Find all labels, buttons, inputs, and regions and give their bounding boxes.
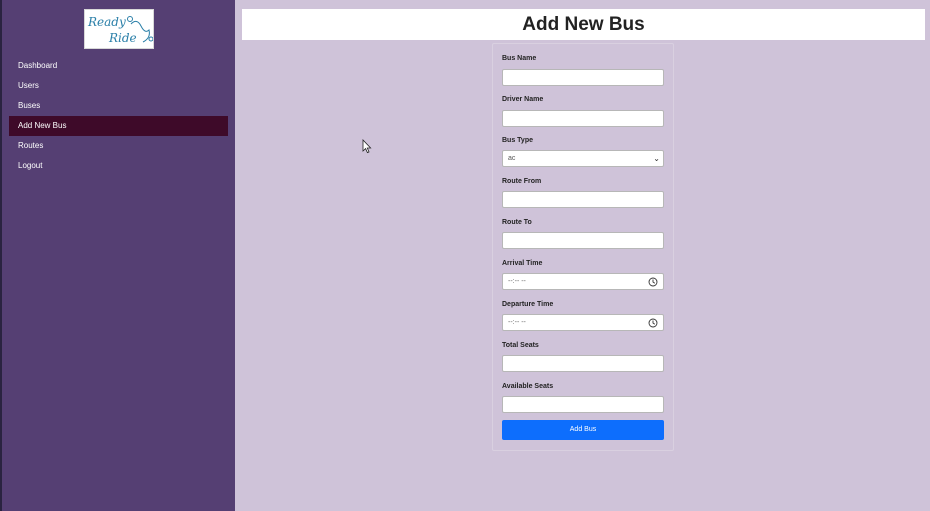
svg-text:Ready: Ready [87,15,126,29]
sidebar-item-routes[interactable]: Routes [9,136,228,156]
sidebar-nav: Dashboard Users Buses Add New Bus Routes… [9,56,228,176]
sidebar-item-label: Users [18,81,39,90]
total-seats-label: Total Seats [502,342,539,349]
route-from-label: Route From [502,178,542,185]
route-to-label: Route To [502,219,532,226]
svg-text:Ride: Ride [108,31,137,45]
chevron-down-icon: ⌄ [653,154,660,163]
sidebar-item-label: Add New Bus [18,121,67,130]
clock-icon[interactable] [648,277,658,287]
arrival-time-input[interactable]: --:-- -- [502,273,664,290]
sidebar-item-label: Dashboard [18,61,58,70]
route-to-input[interactable] [502,232,664,249]
sidebar: Ready Ride Dashboard Users Buses Add New… [2,0,235,511]
page-title: Add New Bus [522,14,645,35]
main-content: Add New Bus Bus Name Driver Name Bus Typ… [235,0,930,511]
departure-time-input[interactable]: --:-- -- [502,314,664,331]
sidebar-item-logout[interactable]: Logout [9,156,228,176]
sidebar-item-dashboard[interactable]: Dashboard [9,56,228,76]
sidebar-item-users[interactable]: Users [9,76,228,96]
title-bar: Add New Bus [242,9,925,40]
mouse-cursor-icon [362,139,372,154]
sidebar-item-label: Buses [18,101,41,110]
ready-ride-logo: Ready Ride [84,9,154,49]
bus-type-select[interactable]: ac ⌄ [502,150,664,167]
available-seats-label: Available Seats [502,383,554,390]
arrival-time-label: Arrival Time [502,260,543,267]
departure-time-label: Departure Time [502,301,554,308]
sidebar-item-label: Logout [18,161,43,170]
total-seats-input[interactable] [502,355,664,372]
bus-type-label: Bus Type [502,137,533,144]
available-seats-input[interactable] [502,396,664,413]
sidebar-item-label: Routes [18,141,44,150]
bus-name-input[interactable] [502,69,664,86]
driver-name-label: Driver Name [502,96,544,103]
add-bus-button[interactable]: Add Bus [502,420,664,440]
arrival-time-placeholder: --:-- -- [508,278,526,285]
departure-time-placeholder: --:-- -- [508,319,526,326]
bus-name-label: Bus Name [502,55,537,62]
driver-name-input[interactable] [502,110,664,127]
sidebar-item-add-new-bus[interactable]: Add New Bus [9,116,228,136]
add-bus-form: Bus Name Driver Name Bus Type ac ⌄ Route… [492,43,674,451]
clock-icon[interactable] [648,318,658,328]
sidebar-item-buses[interactable]: Buses [9,96,228,116]
bus-type-value: ac [508,155,516,162]
route-from-input[interactable] [502,191,664,208]
